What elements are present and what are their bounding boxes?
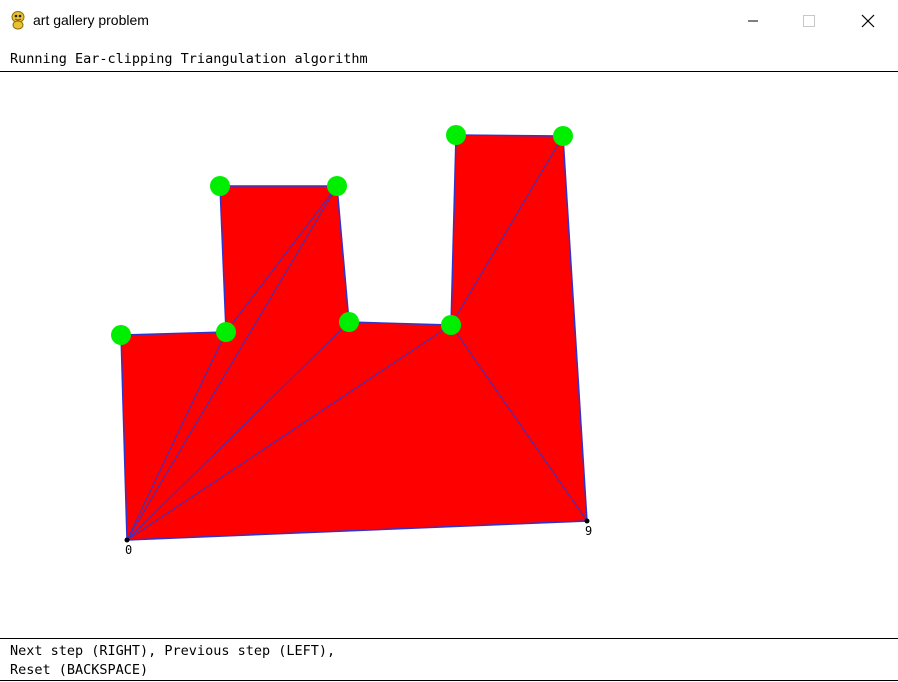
bottom-divider bbox=[0, 638, 898, 639]
title-bar: art gallery problem bbox=[0, 0, 898, 42]
maximize-icon bbox=[803, 15, 815, 27]
algorithm-status-text: Running Ear-clipping Triangulation algor… bbox=[10, 51, 368, 67]
close-icon bbox=[861, 14, 875, 28]
vertex-marker bbox=[327, 176, 347, 196]
help-line-2: Reset (BACKSPACE) bbox=[10, 662, 149, 678]
keyboard-help: Next step (RIGHT), Previous step (LEFT),… bbox=[10, 642, 335, 680]
minimize-button[interactable] bbox=[730, 0, 776, 42]
vertex-dot bbox=[584, 518, 590, 524]
vertex-marker bbox=[441, 315, 461, 335]
vertex-label-0: 0 bbox=[125, 543, 132, 557]
vertex-marker bbox=[210, 176, 230, 196]
vertex-marker bbox=[216, 322, 236, 342]
minimize-icon bbox=[748, 20, 758, 22]
vertex-dot bbox=[124, 537, 130, 543]
bottom-edge bbox=[0, 680, 898, 681]
vertex-label-9: 9 bbox=[585, 524, 592, 538]
gallery-polygon bbox=[120, 134, 588, 541]
close-button[interactable] bbox=[845, 0, 891, 42]
vertex-marker bbox=[111, 325, 131, 345]
pygame-snake-icon bbox=[11, 11, 25, 30]
vertex-marker bbox=[446, 125, 466, 145]
maximize-button[interactable] bbox=[786, 0, 832, 42]
vertex-marker bbox=[339, 312, 359, 332]
help-line-1: Next step (RIGHT), Previous step (LEFT), bbox=[10, 643, 336, 659]
window-title: art gallery problem bbox=[33, 12, 149, 28]
polygon-canvas[interactable]: 0 9 bbox=[0, 72, 898, 638]
vertex-marker bbox=[553, 126, 573, 146]
